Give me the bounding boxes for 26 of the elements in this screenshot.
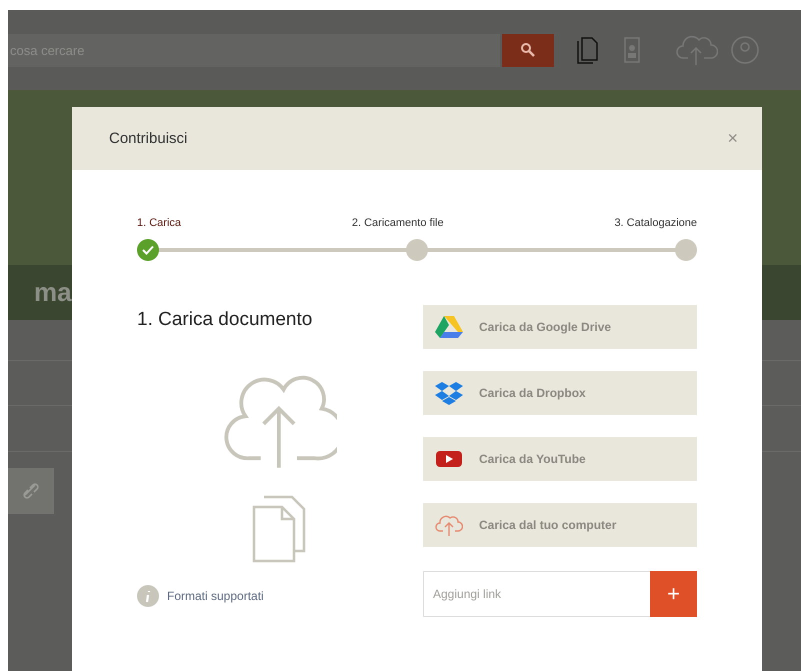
upload-source-button[interactable]: Carica da YouTube bbox=[423, 437, 697, 481]
search-button[interactable] bbox=[502, 34, 554, 66]
search-icon bbox=[520, 42, 536, 58]
video-play-icon bbox=[435, 449, 463, 469]
link-field[interactable]: Aggiungi link bbox=[423, 571, 650, 617]
cloud-upload-icon bbox=[435, 513, 463, 537]
page-heading: ma bbox=[34, 277, 72, 308]
add-link-button[interactable]: + bbox=[650, 571, 697, 617]
upload-source-button[interactable]: Carica da Dropbox bbox=[423, 371, 697, 415]
info-icon bbox=[137, 585, 159, 607]
upload-source-button[interactable]: Carica da Google Drive bbox=[423, 305, 697, 349]
cloud-upload-icon[interactable] bbox=[674, 34, 718, 66]
section-heading: 1. Carica documento bbox=[137, 309, 314, 331]
user-icon[interactable] bbox=[730, 35, 760, 65]
dialog-title: Contribuisci bbox=[109, 130, 188, 147]
supported-formats-link[interactable]: Formati supportati bbox=[167, 589, 264, 603]
step-label: 3. Catalogazione bbox=[614, 217, 697, 229]
dropbox-icon bbox=[435, 381, 463, 405]
drive-icon bbox=[435, 315, 463, 339]
link-icon bbox=[21, 481, 41, 501]
link-button[interactable] bbox=[8, 468, 54, 514]
documents-icon bbox=[252, 495, 308, 563]
step-label: 2. Caricamento file bbox=[352, 217, 444, 229]
close-button[interactable]: × bbox=[727, 128, 738, 149]
upload-source-button[interactable]: Carica dal tuo computer bbox=[423, 503, 697, 547]
step-label: 1. Carica bbox=[137, 217, 182, 229]
